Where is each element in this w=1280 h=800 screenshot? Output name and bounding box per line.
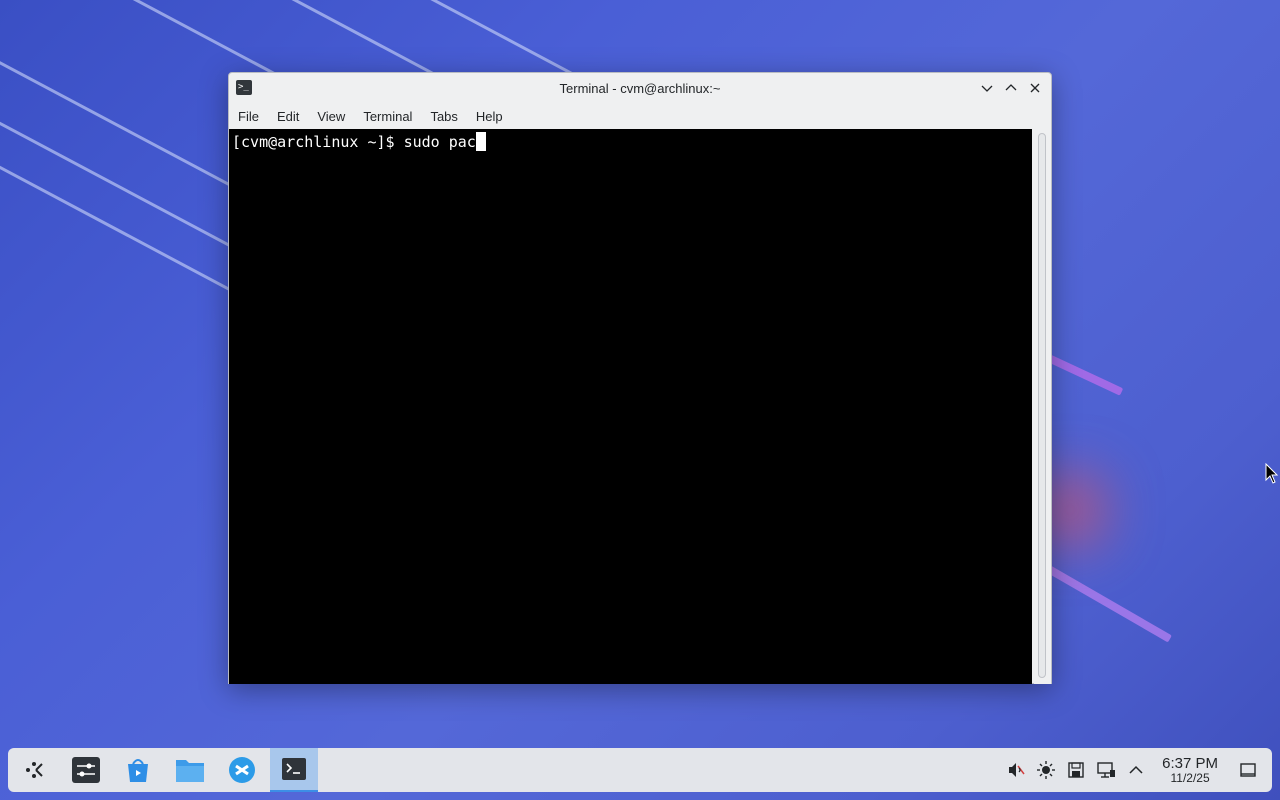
window-title: Terminal - cvm@archlinux:~ [559, 80, 721, 96]
text-cursor [475, 132, 486, 151]
menu-edit[interactable]: Edit [277, 109, 308, 124]
clock[interactable]: 6:37 PM 11/2/25 [1162, 755, 1218, 785]
system-tray: 6:37 PM 11/2/25 [1000, 748, 1272, 792]
browser-icon[interactable] [218, 748, 266, 792]
maximize-button[interactable] [1001, 78, 1021, 98]
menu-help[interactable]: Help [476, 109, 512, 124]
volume-muted-icon[interactable] [1002, 748, 1030, 792]
terminal-window[interactable]: >_ Terminal - cvm@archlinux:~ File Edit … [228, 72, 1052, 684]
close-button[interactable] [1025, 78, 1045, 98]
scrollbar-thumb[interactable] [1038, 133, 1046, 678]
brightness-icon[interactable] [1032, 748, 1060, 792]
shell-prompt: [cvm@archlinux ~]$ [232, 133, 404, 151]
taskbar: 6:37 PM 11/2/25 [8, 748, 1272, 792]
menu-terminal[interactable]: Terminal [363, 109, 421, 124]
scrollbar[interactable] [1034, 129, 1051, 684]
menu-tabs[interactable]: Tabs [430, 109, 466, 124]
file-manager-icon[interactable] [166, 748, 214, 792]
clock-date: 11/2/25 [1170, 771, 1210, 785]
menu-file[interactable]: File [238, 109, 268, 124]
clock-time: 6:37 PM [1162, 755, 1218, 772]
terminal-task-icon[interactable] [270, 748, 318, 792]
system-settings-icon[interactable] [62, 748, 110, 792]
menu-view[interactable]: View [317, 109, 354, 124]
save-icon[interactable] [1062, 748, 1090, 792]
show-desktop-icon[interactable] [1234, 748, 1262, 792]
mouse-pointer-icon [1265, 463, 1279, 484]
minimize-button[interactable] [977, 78, 997, 98]
network-icon[interactable] [1092, 748, 1120, 792]
terminal-area[interactable]: [cvm@archlinux ~]$ sudo pac [229, 129, 1032, 684]
command-input[interactable]: sudo pac [404, 133, 476, 151]
show-hidden-icon[interactable] [1122, 748, 1150, 792]
discover-icon[interactable] [114, 748, 162, 792]
window-titlebar[interactable]: >_ Terminal - cvm@archlinux:~ [229, 73, 1051, 103]
menu-bar: File Edit View Terminal Tabs Help [229, 103, 1051, 129]
app-launcher-icon[interactable] [10, 748, 58, 792]
